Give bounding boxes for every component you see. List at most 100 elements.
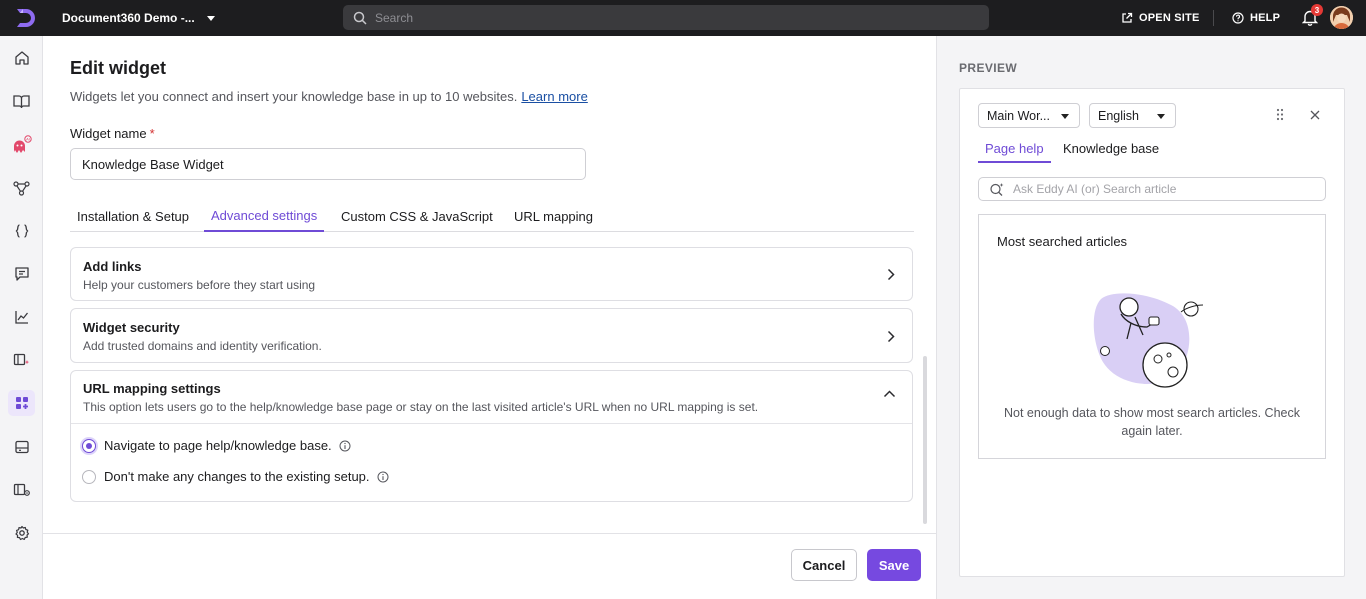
language-select-value: English — [1098, 108, 1139, 123]
chevron-right-icon — [887, 330, 895, 343]
add-links-title: Add links — [83, 259, 142, 274]
eddy-ai-icon: AI — [13, 135, 32, 153]
rail-feedback[interactable] — [8, 261, 35, 287]
rail-widgets[interactable] — [8, 390, 35, 416]
chevron-right-icon — [887, 268, 895, 281]
rail-home[interactable] — [8, 45, 35, 71]
save-button[interactable]: Save — [867, 549, 921, 581]
page-description-text: Widgets let you connect and insert your … — [70, 89, 518, 104]
help-circle-icon — [1232, 12, 1244, 24]
preview-label: PREVIEW — [959, 61, 1018, 75]
tab-url-mapping[interactable]: URL mapping — [507, 201, 600, 232]
workspace-select-value: Main Wor... — [987, 108, 1050, 123]
notification-count-badge: 3 — [1311, 4, 1323, 16]
top-bar: Document360 Demo -... OPEN SITE HELP 3 — [0, 0, 1366, 36]
language-select[interactable]: English — [1089, 103, 1176, 128]
close-icon[interactable] — [1310, 110, 1320, 120]
topbar-divider — [1213, 10, 1214, 26]
most-searched-title: Most searched articles — [997, 234, 1128, 249]
svg-text:AI: AI — [26, 137, 30, 142]
global-search[interactable] — [343, 5, 989, 30]
url-mapping-settings-card: URL mapping settings This option lets us… — [70, 370, 913, 502]
rail-knowledge-base-assistant[interactable] — [8, 347, 35, 373]
tab-advanced-settings[interactable]: Advanced settings — [204, 201, 325, 232]
preview-search-input[interactable] — [1013, 182, 1313, 196]
rail-analytics[interactable] — [8, 304, 35, 330]
preview-tab-page-help[interactable]: Page help — [978, 141, 1051, 163]
external-link-icon — [1122, 12, 1133, 23]
info-icon[interactable] — [377, 471, 389, 483]
analytics-icon — [14, 311, 28, 324]
rail-site-settings[interactable] — [8, 477, 35, 503]
learn-more-link[interactable]: Learn more — [521, 89, 587, 104]
required-mark: * — [149, 126, 155, 141]
option-no-changes[interactable]: Don't make any changes to the existing s… — [82, 469, 389, 484]
chevron-up-icon[interactable] — [883, 390, 896, 398]
api-braces-icon — [15, 224, 28, 238]
site-settings-icon — [13, 483, 30, 496]
chevron-down-icon — [206, 15, 215, 21]
preview-search[interactable] — [978, 177, 1326, 201]
rail-eddy-ai[interactable]: AI — [8, 132, 35, 158]
radio-navigate-help[interactable] — [82, 438, 96, 453]
tab-custom-css-javascript[interactable]: Custom CSS & JavaScript — [334, 201, 500, 232]
rail-documentation[interactable] — [8, 88, 35, 114]
knowledge-base-assistant-icon — [13, 353, 30, 366]
option-no-changes-label: Don't make any changes to the existing s… — [104, 469, 370, 484]
most-searched-articles: Most searched articles Not enough data t… — [978, 214, 1326, 459]
add-links-subtitle: Help your customers before they start us… — [83, 278, 316, 292]
widget-security-card[interactable]: Widget security Add trusted domains and … — [70, 308, 913, 363]
ai-search-icon — [990, 182, 1004, 196]
widget-name-label: Widget name * — [70, 126, 155, 141]
info-icon[interactable] — [339, 440, 351, 452]
document360-logo-icon[interactable] — [13, 6, 37, 30]
workspace-select[interactable]: Main Wor... — [978, 103, 1080, 128]
widget-security-title: Widget security — [83, 320, 180, 335]
open-site-label: OPEN SITE — [1139, 12, 1200, 24]
option-navigate-help-label: Navigate to page help/knowledge base. — [104, 438, 332, 453]
workflow-icon — [13, 180, 30, 196]
most-searched-empty-message: Not enough data to show most search arti… — [1004, 406, 1300, 438]
cancel-button[interactable]: Cancel — [791, 549, 857, 581]
edit-widget-panel: Edit widget Widgets let you connect and … — [43, 36, 936, 599]
widgets-icon — [15, 397, 28, 409]
url-mapping-settings-subtitle: This option lets users go to the help/kn… — [83, 400, 759, 414]
global-search-input[interactable] — [375, 10, 955, 25]
widget-name-input[interactable] — [70, 148, 586, 180]
book-icon — [13, 94, 30, 108]
rail-settings[interactable] — [8, 520, 35, 546]
search-icon — [353, 11, 367, 25]
open-site-button[interactable]: OPEN SITE — [1121, 0, 1199, 36]
feedback-icon — [14, 267, 29, 281]
chevron-down-icon — [1157, 114, 1165, 119]
portal-icon — [14, 440, 29, 454]
option-navigate-help[interactable]: Navigate to page help/knowledge base. — [82, 438, 351, 453]
tab-installation-setup[interactable]: Installation & Setup — [70, 201, 196, 232]
add-links-card[interactable]: Add links Help your customers before the… — [70, 247, 913, 301]
preview-tab-knowledge-base[interactable]: Knowledge base — [1056, 141, 1166, 163]
rail-workflow[interactable] — [8, 175, 35, 201]
astronaut-illustration-icon — [1093, 293, 1204, 388]
rail-portal[interactable] — [8, 434, 35, 460]
drag-handle-icon[interactable] — [1276, 108, 1284, 121]
left-navigation-rail: AI — [0, 36, 43, 599]
chevron-down-icon — [1061, 114, 1069, 119]
widget-security-subtitle: Add trusted domains and identity verific… — [83, 339, 322, 353]
project-name: Document360 Demo -... — [62, 11, 195, 25]
widget-name-label-text: Widget name — [70, 126, 147, 141]
card-divider — [71, 423, 912, 424]
project-switcher[interactable]: Document360 Demo -... — [62, 0, 215, 36]
rail-api-documentation[interactable] — [8, 218, 35, 244]
footer-actions: Cancel Save — [43, 533, 936, 599]
home-icon — [14, 51, 29, 65]
user-avatar[interactable] — [1330, 6, 1353, 29]
help-button[interactable]: HELP — [1232, 0, 1280, 36]
radio-no-changes[interactable] — [82, 469, 96, 484]
settings-gear-icon — [14, 525, 29, 541]
page-description: Widgets let you connect and insert your … — [70, 89, 588, 104]
widget-tabs: Installation & Setup Advanced settings C… — [70, 201, 914, 232]
widget-preview: Main Wor... English Page help Knowledge … — [959, 88, 1345, 577]
preview-panel: PREVIEW Main Wor... English Page help Kn… — [936, 36, 1366, 599]
help-label: HELP — [1250, 12, 1281, 24]
content-scrollbar[interactable] — [923, 356, 927, 524]
